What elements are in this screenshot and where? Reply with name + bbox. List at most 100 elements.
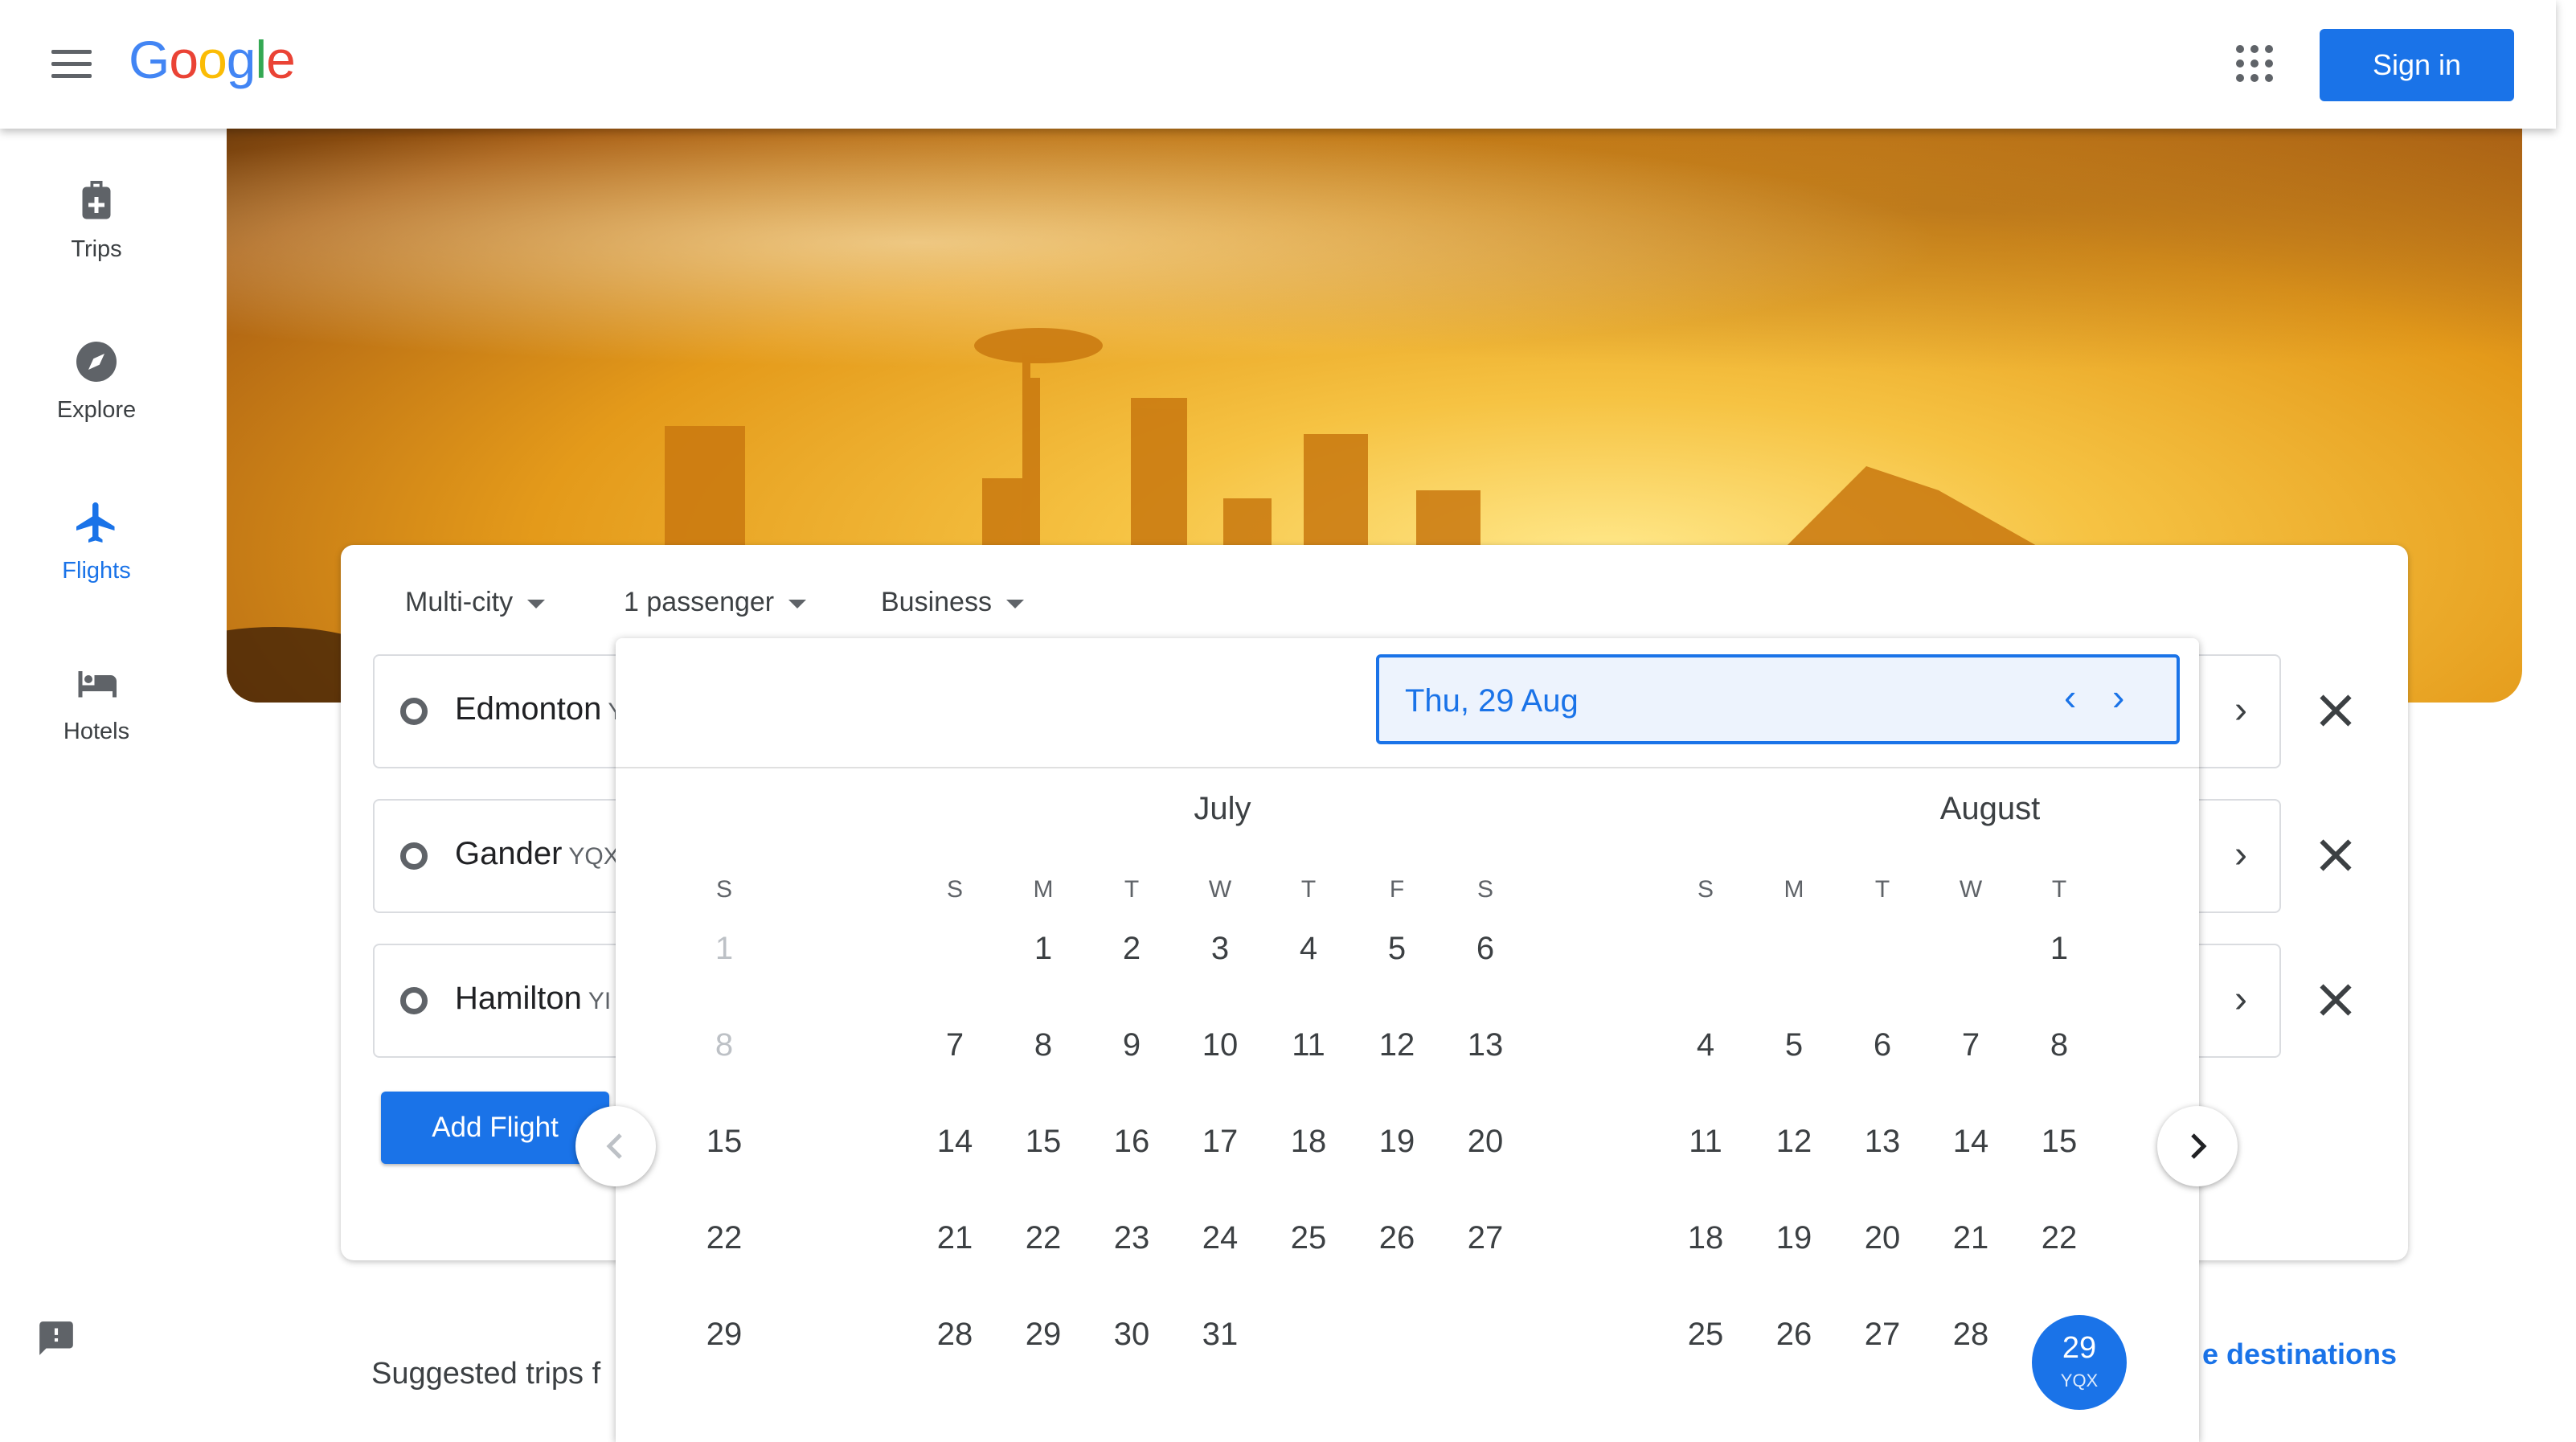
departure-date-field[interactable]: Thu, 29 Aug ‹ › xyxy=(1376,654,2180,744)
calendar-day[interactable]: 15 xyxy=(680,1124,768,1160)
calendar-day[interactable]: 7 xyxy=(1927,1027,2015,1063)
calendar-day[interactable]: 7 xyxy=(911,1027,999,1063)
calendar-day[interactable]: 10 xyxy=(1176,1027,1264,1063)
remove-flight-1-close-icon[interactable] xyxy=(2312,686,2360,735)
calendar-day[interactable]: 1 xyxy=(999,931,1087,967)
next-day-chevron-icon[interactable]: › xyxy=(2112,675,2124,719)
suggested-trips-heading: Suggested trips f xyxy=(371,1357,601,1391)
calendar-day[interactable]: 23 xyxy=(1087,1220,1176,1256)
calendar-next-month-button[interactable] xyxy=(2157,1106,2238,1186)
calendar-day[interactable]: 27 xyxy=(1441,1220,1530,1256)
calendar-day[interactable]: 27 xyxy=(1838,1317,1927,1353)
weekday-header: W xyxy=(1208,876,1232,903)
google-apps-icon[interactable] xyxy=(2236,45,2273,82)
calendar-day[interactable]: 25 xyxy=(1661,1317,1750,1353)
calendar-day[interactable]: 20 xyxy=(1441,1124,1530,1160)
calendar-previous-month-button[interactable] xyxy=(575,1106,656,1186)
origin-circle-icon xyxy=(400,987,428,1014)
calendar-day[interactable]: 16 xyxy=(1087,1124,1176,1160)
sidebar-item-explore[interactable]: Explore xyxy=(0,305,193,442)
sign-in-button[interactable]: Sign in xyxy=(2320,29,2514,101)
calendar-day[interactable]: 9 xyxy=(1087,1027,1176,1063)
weekday-header: S xyxy=(715,876,732,903)
weekday-header: T xyxy=(2051,876,2067,903)
calendar-day[interactable]: 13 xyxy=(1441,1027,1530,1063)
logo-letter: l xyxy=(255,30,268,89)
selected-day[interactable]: 29 YQX xyxy=(2032,1315,2127,1410)
calendar-day[interactable]: 15 xyxy=(2015,1124,2103,1160)
hamburger-menu-icon[interactable] xyxy=(51,50,92,79)
sidebar-item-flights[interactable]: Flights xyxy=(0,466,193,603)
calendar-day[interactable]: 26 xyxy=(1750,1317,1838,1353)
calendar-day[interactable]: 1 xyxy=(2015,931,2103,967)
origin-field[interactable]: Hamilton YI xyxy=(455,981,611,1017)
calendar-day[interactable]: 30 xyxy=(1087,1317,1176,1353)
trip-type-dropdown[interactable]: Multi-city xyxy=(405,587,546,618)
sidebar-item-label: Explore xyxy=(56,397,137,423)
sidebar-item-trips[interactable]: Trips xyxy=(0,145,193,281)
passenger-dropdown[interactable]: 1 passenger xyxy=(624,587,807,618)
calendar-day[interactable]: 22 xyxy=(2015,1220,2103,1256)
calendar-day[interactable]: 19 xyxy=(1353,1124,1441,1160)
calendar-day[interactable]: 12 xyxy=(1750,1124,1838,1160)
remove-flight-3-close-icon[interactable] xyxy=(2312,976,2360,1024)
calendar-day[interactable]: 4 xyxy=(1264,931,1353,967)
cabin-class-dropdown[interactable]: Business xyxy=(881,587,1024,618)
compass-icon xyxy=(76,342,117,382)
calendar-day[interactable]: 19 xyxy=(1750,1220,1838,1256)
calendar-day[interactable]: 24 xyxy=(1176,1220,1264,1256)
previous-day-chevron-icon[interactable]: ‹ xyxy=(2064,675,2076,719)
weekday-header: W xyxy=(1959,876,1983,903)
origin-field[interactable]: EdmontonY xyxy=(455,691,624,727)
calendar-day[interactable]: 15 xyxy=(999,1124,1087,1160)
calendar-day[interactable]: 25 xyxy=(1264,1220,1353,1256)
calendar-day[interactable]: 28 xyxy=(911,1317,999,1353)
calendar-day[interactable]: 2 xyxy=(1087,931,1176,967)
calendar-day[interactable]: 14 xyxy=(1927,1124,2015,1160)
chevron-right-icon[interactable]: › xyxy=(2234,977,2247,1022)
calendar-day[interactable]: 22 xyxy=(999,1220,1087,1256)
feedback-icon[interactable] xyxy=(34,1318,79,1358)
calendar-day[interactable]: 3 xyxy=(1176,931,1264,967)
calendar-day[interactable]: 26 xyxy=(1353,1220,1441,1256)
calendar-day[interactable]: 5 xyxy=(1353,931,1441,967)
month-title-july: July xyxy=(1194,791,1251,826)
weekday-header: T xyxy=(1874,876,1890,903)
calendar-day[interactable]: 29 xyxy=(999,1317,1087,1353)
calendar-day[interactable]: 8 xyxy=(2015,1027,2103,1063)
calendar-day[interactable]: 8 xyxy=(999,1027,1087,1063)
sidebar-item-label: Flights xyxy=(62,558,131,584)
calendar-day[interactable]: 13 xyxy=(1838,1124,1927,1160)
luggage-icon xyxy=(82,181,111,219)
chevron-right-icon[interactable]: › xyxy=(2234,833,2247,877)
calendar-day[interactable]: 21 xyxy=(911,1220,999,1256)
sidebar-item-hotels[interactable]: Hotels xyxy=(0,627,193,764)
calendar-day[interactable]: 20 xyxy=(1838,1220,1927,1256)
calendar-day[interactable]: 6 xyxy=(1838,1027,1927,1063)
calendar-day[interactable]: 28 xyxy=(1927,1317,2015,1353)
sidebar-item-label: Hotels xyxy=(63,719,130,744)
chevron-left-icon xyxy=(606,1133,622,1159)
calendar-day[interactable]: 29 xyxy=(680,1317,768,1353)
date-picker-header: Thu, 29 Aug ‹ › xyxy=(616,638,2199,768)
calendar-day[interactable]: 22 xyxy=(680,1220,768,1256)
chevron-right-icon[interactable]: › xyxy=(2234,688,2247,732)
explore-destinations-link[interactable]: e destinations xyxy=(2202,1338,2397,1371)
calendar-day[interactable]: 12 xyxy=(1353,1027,1441,1063)
google-logo[interactable]: Google xyxy=(129,29,296,90)
origin-field[interactable]: Gander YQX xyxy=(455,836,620,872)
date-picker-popup: Thu, 29 Aug ‹ › July August S 1 8 15 22 29 S M T… xyxy=(616,638,2199,1442)
calendar-day[interactable]: 18 xyxy=(1264,1124,1353,1160)
calendar-day[interactable]: 21 xyxy=(1927,1220,2015,1256)
calendar-day[interactable]: 6 xyxy=(1441,931,1530,967)
calendar-day[interactable]: 11 xyxy=(1661,1124,1750,1160)
calendar-day[interactable]: 5 xyxy=(1750,1027,1838,1063)
dropdown-caret-icon xyxy=(788,599,807,608)
calendar-day[interactable]: 11 xyxy=(1264,1027,1353,1063)
calendar-day[interactable]: 4 xyxy=(1661,1027,1750,1063)
calendar-day[interactable]: 18 xyxy=(1661,1220,1750,1256)
calendar-day[interactable]: 31 xyxy=(1176,1317,1264,1353)
calendar-day[interactable]: 14 xyxy=(911,1124,999,1160)
remove-flight-2-close-icon[interactable] xyxy=(2312,831,2360,879)
calendar-day[interactable]: 17 xyxy=(1176,1124,1264,1160)
